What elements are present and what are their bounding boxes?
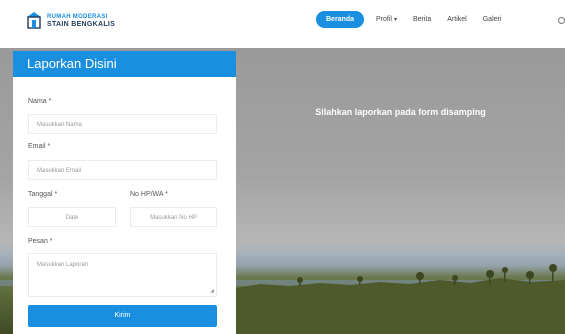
nav-item-profil[interactable]: Profil ▾ [376, 16, 397, 23]
name-input[interactable]: Masukkan Nama [28, 114, 217, 134]
message-placeholder: Masukkan Laporan [37, 262, 89, 268]
message-label: Pesan * [28, 238, 53, 245]
nav-item-beranda[interactable]: Beranda [316, 11, 365, 28]
site-header: RUMAH MODERASI STAIN BENGKALIS Beranda P… [0, 0, 565, 42]
phone-label: No HP/WA * [130, 191, 168, 198]
nav-item-artikel[interactable]: Artikel [447, 16, 466, 23]
hero-caption: Silahkan laporkan pada form disamping [315, 107, 486, 117]
resize-handle-icon[interactable]: ◢ [210, 288, 214, 294]
nav-item-galeri[interactable]: Galeri [483, 16, 502, 23]
nav-item-berita[interactable]: Berita [413, 16, 431, 23]
main-nav: Beranda Profil ▾ Berita Artikel Galeri [316, 11, 517, 28]
form-title: Laporkan Disini [13, 51, 236, 77]
email-input[interactable]: Masukkan Email [28, 160, 217, 180]
name-label: Nama * [28, 98, 52, 105]
logo-line1: RUMAH MODERASI [47, 13, 108, 20]
search-icon[interactable] [558, 17, 565, 24]
nav-item-profil-label: Profil [376, 16, 392, 23]
submit-button[interactable]: Kirim [28, 305, 217, 327]
date-input[interactable]: Date [28, 207, 116, 227]
site-logo[interactable]: RUMAH MODERASI STAIN BENGKALIS [26, 11, 115, 30]
report-form: Laporkan Disini Nama * Masukkan Nama Ema… [13, 51, 236, 334]
date-label: Tanggal * [28, 191, 58, 198]
phone-input[interactable]: Masukkan No HP [130, 207, 217, 227]
email-label: Email * [28, 143, 51, 150]
logo-line2: STAIN BENGKALIS [47, 20, 116, 28]
chevron-down-icon: ▾ [393, 17, 397, 23]
logo-house-icon [27, 12, 41, 29]
message-textarea[interactable]: Masukkan Laporan ◢ [28, 253, 217, 297]
